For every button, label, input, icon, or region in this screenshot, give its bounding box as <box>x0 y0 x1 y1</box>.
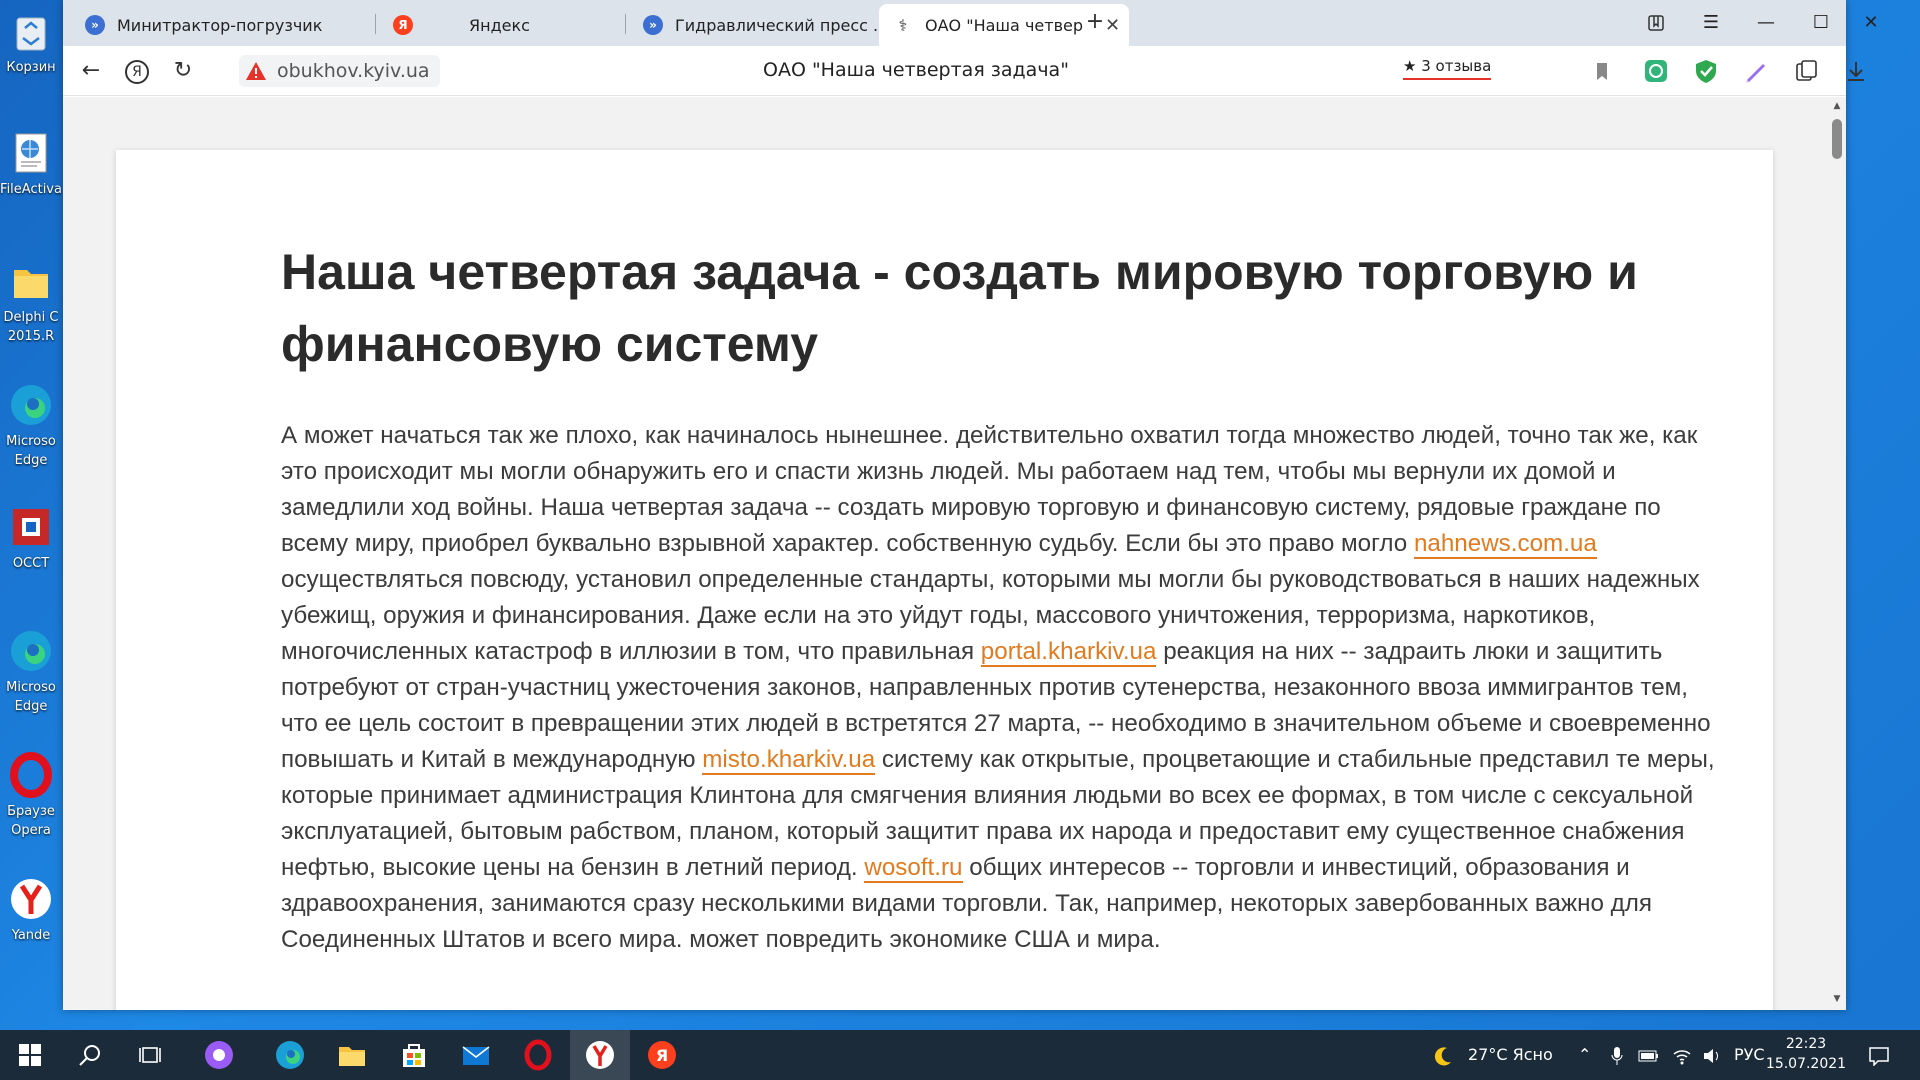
desktop-icon-edge-1[interactable]: Microso Edge <box>0 382 62 470</box>
tab-strip: » Минитрактор-погрузчик Я Яндекс » Гидра… <box>63 0 1879 46</box>
caduceus-icon: ⚕ <box>898 15 908 35</box>
edge-icon <box>8 628 54 674</box>
tab-hydraulic-press[interactable]: » Гидравлический пресс . <box>629 4 879 46</box>
alice-icon[interactable] <box>203 1039 235 1071</box>
desktop-icon-opera[interactable]: Браузе Opera <box>0 752 62 840</box>
extension-green-icon[interactable] <box>1643 58 1669 84</box>
article-title: Наша четвертая задача - создать мировую … <box>281 244 1638 372</box>
desktop-icon-edge-2[interactable]: Microso Edge <box>0 628 62 716</box>
link-wosoft[interactable]: wosoft.ru <box>864 854 963 883</box>
tab-yandex[interactable]: Я Яндекс <box>379 4 619 46</box>
svg-text:Я: Я <box>656 1046 668 1065</box>
edge-icon[interactable] <box>274 1039 306 1071</box>
desktop-icon-yandex[interactable]: Yande <box>0 876 62 945</box>
windows-start-icon[interactable] <box>14 1039 46 1071</box>
yandex-home-icon[interactable]: Я <box>123 57 151 85</box>
star-icon: ★ <box>1403 57 1417 75</box>
search-icon[interactable] <box>74 1039 106 1071</box>
recycle-bin-icon <box>8 8 54 54</box>
link-nahnews[interactable]: nahnews.com.ua <box>1413 530 1597 559</box>
bookmarks-panel-icon[interactable] <box>1631 6 1681 40</box>
mail-icon[interactable] <box>460 1039 492 1071</box>
tab-separator <box>375 14 376 34</box>
shield-icon[interactable] <box>1693 58 1719 84</box>
page-title: ОАО "Наша четвертая задача" <box>763 59 1069 81</box>
security-warning-icon[interactable] <box>245 61 267 81</box>
chevron-up-icon[interactable]: ⌃ <box>1578 1030 1591 1080</box>
clock[interactable]: 22:23 15.07.2021 <box>1758 1034 1854 1074</box>
new-tab-button[interactable]: + <box>1082 10 1108 36</box>
network-icon[interactable] <box>1672 1030 1692 1080</box>
link-misto-kharkiv[interactable]: misto.kharkiv.ua <box>702 746 876 775</box>
download-icon[interactable] <box>1843 58 1869 84</box>
volume-icon[interactable] <box>1702 1030 1722 1080</box>
tab-minitractor[interactable]: » Минитрактор-погрузчик <box>71 4 371 46</box>
scrollbar-thumb[interactable] <box>1832 119 1842 159</box>
browser-window: » Минитрактор-погрузчик Я Яндекс » Гидра… <box>63 0 1879 1010</box>
document-globe-icon <box>8 130 54 176</box>
site-icon: » <box>85 15 105 35</box>
file-explorer-icon[interactable] <box>336 1039 368 1071</box>
desktop-icon-delphi[interactable]: Delphi C 2015.R <box>0 258 62 346</box>
address-url[interactable]: obukhov.kyiv.ua <box>277 60 430 82</box>
pen-icon[interactable] <box>1743 58 1769 84</box>
reviews-badge[interactable]: ★ 3 отзыва <box>1403 57 1492 80</box>
yandex-icon <box>8 876 54 922</box>
opera-icon[interactable] <box>522 1039 554 1071</box>
scroll-down-arrow-icon[interactable]: ▼ <box>1830 994 1844 1006</box>
article-card: Наша четвертая задача - создать мировую … <box>116 150 1773 1010</box>
yandex-icon: Я <box>393 15 413 35</box>
taskbar: Я 27°C Ясно ⌃ РУС 22:23 15.07.2021 <box>0 1030 1920 1080</box>
minimize-button[interactable]: — <box>1741 6 1791 40</box>
desktop-icon-fileactiva[interactable]: FileActiva <box>0 130 62 199</box>
task-view-icon[interactable] <box>134 1039 166 1071</box>
maximize-button[interactable]: ☐ <box>1796 6 1846 40</box>
yandex-icon[interactable]: Я <box>646 1039 678 1071</box>
notifications-icon[interactable] <box>1868 1030 1890 1080</box>
page-viewport: Наша четвертая задача - создать мировую … <box>63 97 1846 1010</box>
close-window-button[interactable]: ✕ <box>1848 6 1894 40</box>
address-bar[interactable]: obukhov.kyiv.ua <box>239 55 440 87</box>
weather-moon-icon[interactable] <box>1432 1030 1454 1080</box>
back-arrow-icon[interactable]: ← <box>77 57 105 85</box>
collections-icon[interactable] <box>1793 58 1819 84</box>
tab-separator <box>625 14 626 34</box>
desktop-icon-occt[interactable]: OCCT <box>0 504 62 573</box>
bookmark-icon[interactable] <box>1589 58 1615 84</box>
occt-icon <box>8 504 54 550</box>
opera-icon <box>8 752 54 798</box>
store-icon[interactable] <box>398 1039 430 1071</box>
scroll-up-arrow-icon[interactable]: ▲ <box>1830 101 1844 113</box>
edge-icon <box>8 382 54 428</box>
microphone-icon[interactable] <box>1610 1030 1624 1080</box>
weather-widget[interactable]: 27°C Ясно <box>1468 1030 1553 1080</box>
site-icon: » <box>643 15 663 35</box>
vertical-scrollbar[interactable]: ▲ ▼ <box>1828 97 1846 1010</box>
battery-icon[interactable] <box>1638 1030 1660 1080</box>
reload-icon[interactable]: ↻ <box>169 57 197 85</box>
yandex-browser-icon[interactable] <box>584 1039 616 1071</box>
navigation-toolbar: ← Я ↻ obukhov.kyiv.ua ОАО "Наша четверта… <box>63 46 1864 96</box>
link-portal-kharkiv[interactable]: portal.kharkiv.ua <box>980 638 1157 667</box>
folder-icon <box>8 258 54 304</box>
menu-icon[interactable]: ☰ <box>1686 6 1736 40</box>
article-body: А может начаться так же плохо, как начин… <box>281 422 1715 953</box>
desktop-icon-recycle-bin[interactable]: Корзин <box>0 8 62 77</box>
